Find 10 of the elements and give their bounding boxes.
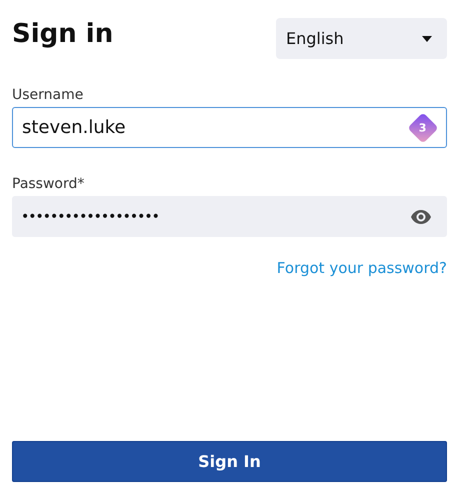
field-label: Password* xyxy=(12,176,86,192)
forgot-password-link[interactable]: Forgot your password? xyxy=(276,259,447,277)
sign-in-button[interactable]: Sign In xyxy=(12,441,447,482)
page-title: Sign in xyxy=(12,18,114,50)
eye-icon[interactable] xyxy=(411,210,431,224)
language-select[interactable]: English xyxy=(276,18,447,59)
field-label: Username xyxy=(12,87,84,103)
password-field[interactable]: ••••••••••••••••••• xyxy=(12,196,447,237)
caret-icon xyxy=(422,36,432,42)
username-field[interactable]: steven.luke 3 xyxy=(12,107,447,148)
